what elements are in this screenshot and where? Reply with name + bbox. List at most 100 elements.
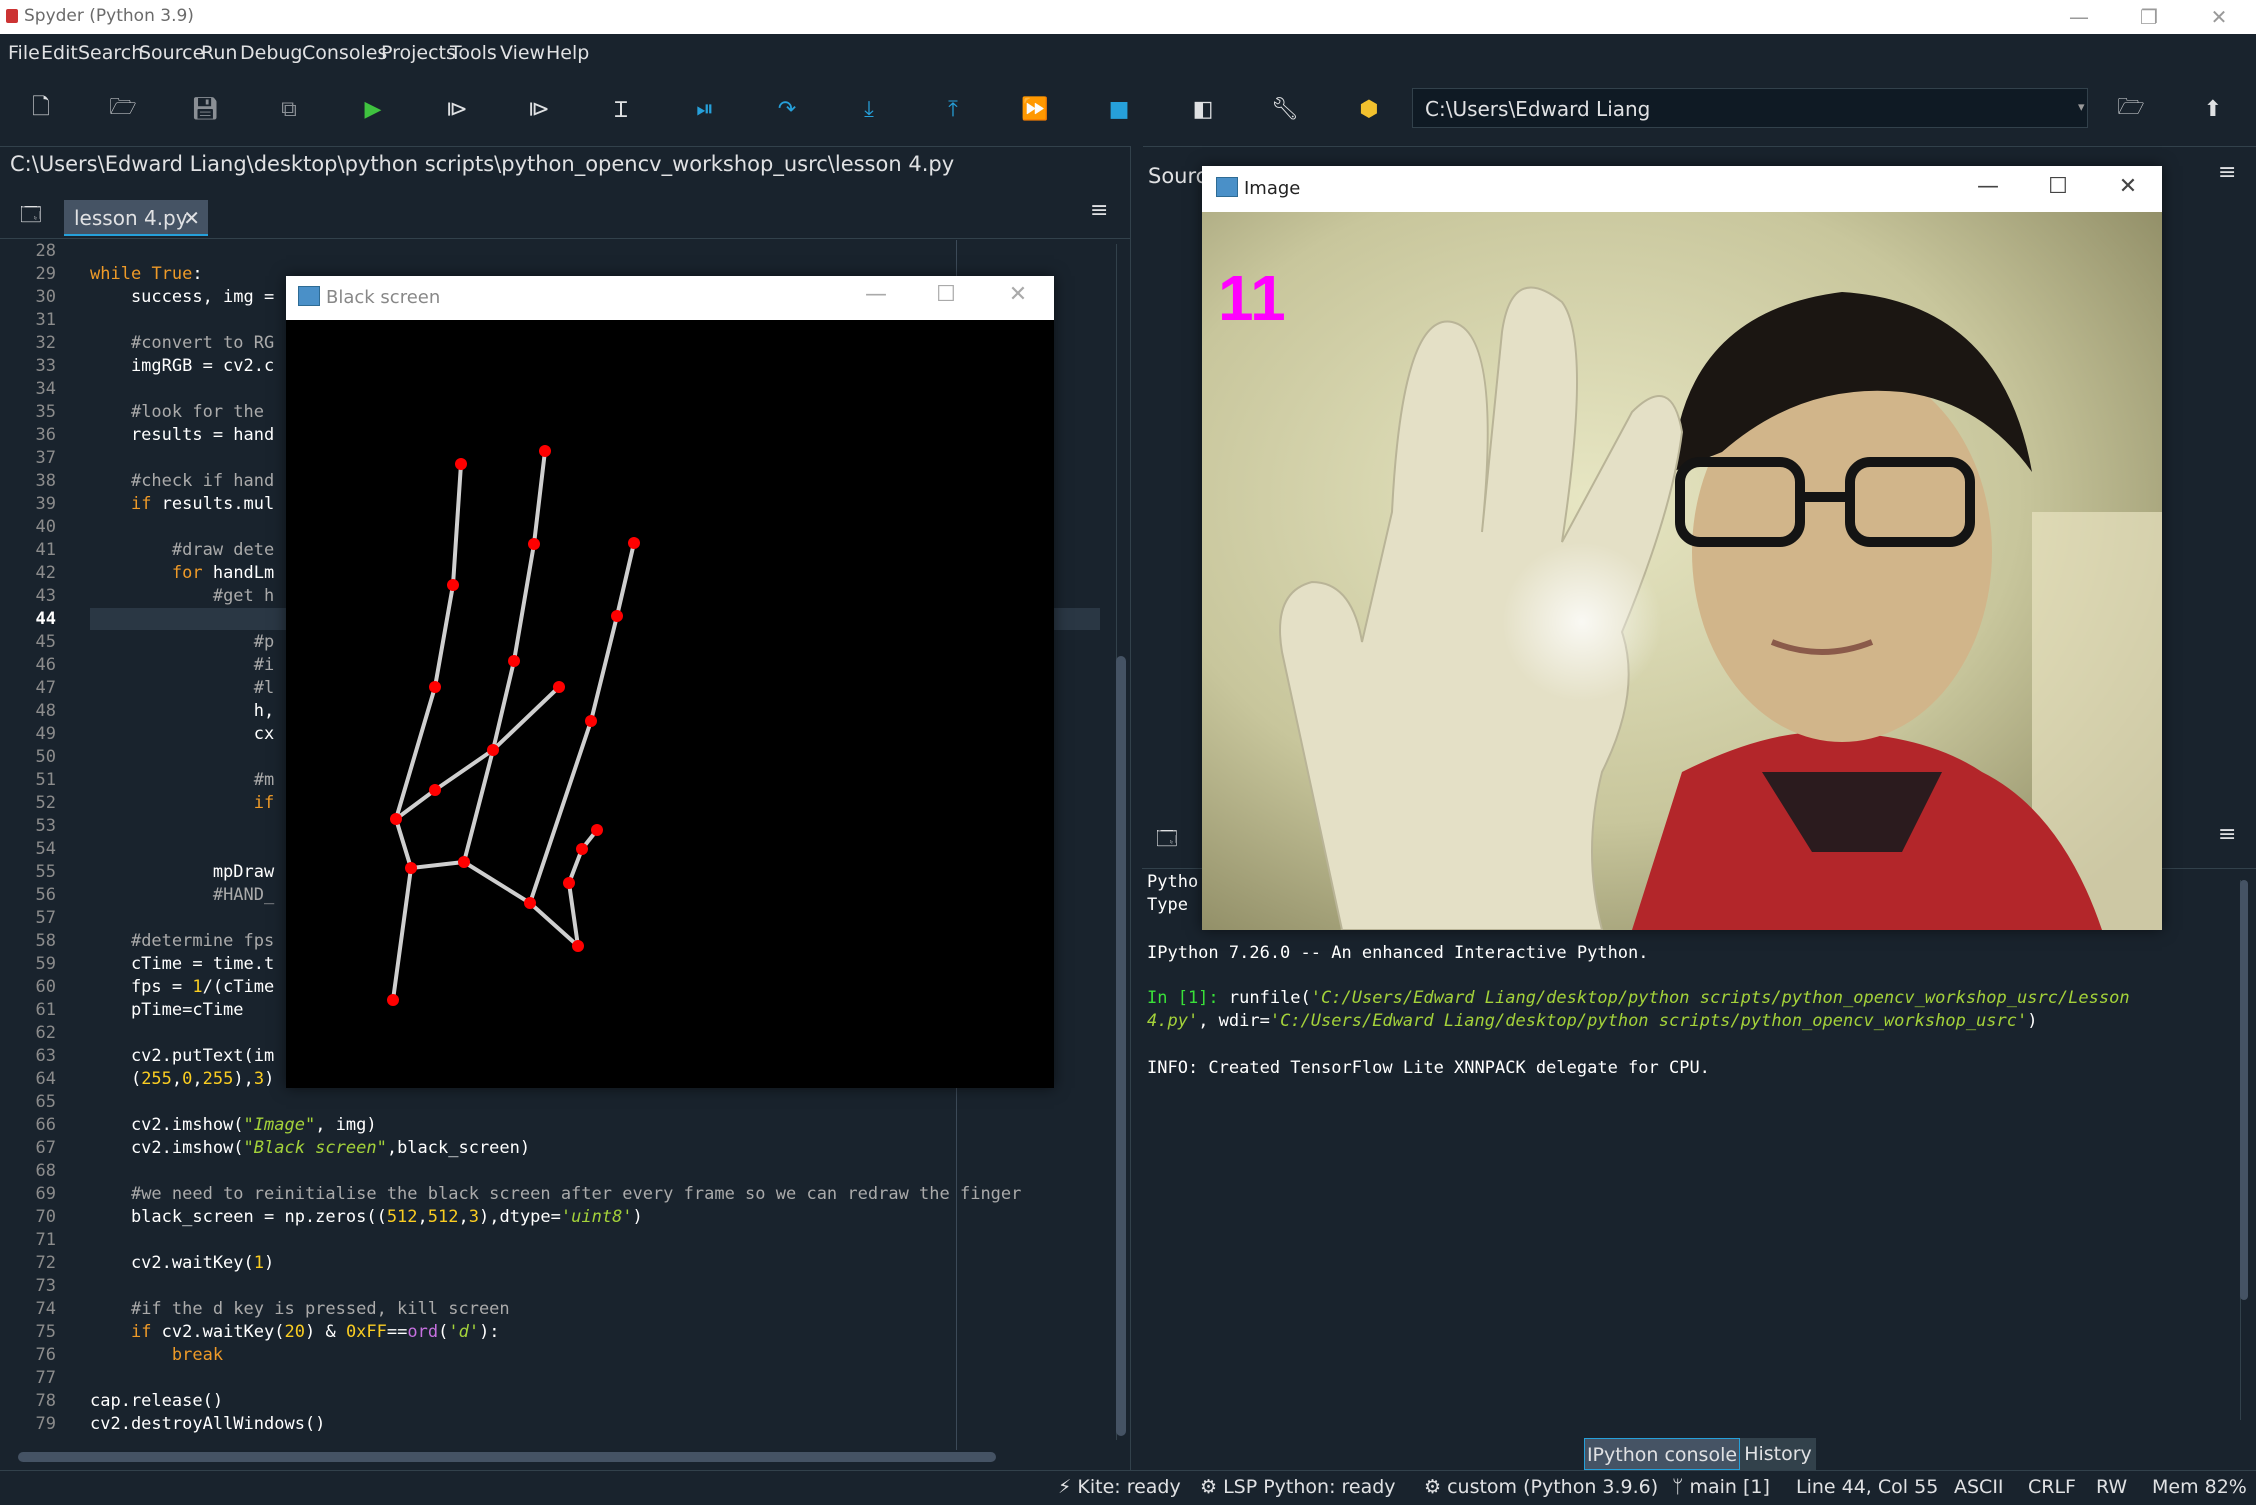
code-line: (255,0,255),3) xyxy=(90,1069,275,1089)
line-number: 33 xyxy=(35,356,56,376)
step-into-icon[interactable]: ⤓ xyxy=(852,92,886,126)
menu-file[interactable]: File xyxy=(8,42,40,64)
editor-horizontal-scroll-thumb[interactable] xyxy=(18,1452,996,1462)
code-line: cv2.destroyAllWindows() xyxy=(90,1414,326,1434)
line-number: 56 xyxy=(35,885,56,905)
line-number: 29 xyxy=(35,264,56,284)
new-file-icon[interactable]: 🗋 xyxy=(24,92,58,126)
save-all-icon[interactable]: ⧉ xyxy=(272,92,306,126)
console-argument: 4.py' xyxy=(1147,1011,1199,1031)
console-argument: 'C:/Users/Edward Liang/desktop/python sc… xyxy=(1269,1011,2028,1031)
editor-vertical-scroll-thumb[interactable] xyxy=(1116,656,1126,1436)
preferences-wrench-icon[interactable]: 🔧︎ xyxy=(1268,92,1302,126)
editor-file-path: C:\Users\Edward Liang\desktop\python scr… xyxy=(10,152,955,176)
tab-ipython-console[interactable]: IPython console xyxy=(1584,1438,1740,1470)
close-icon[interactable]: ✕ xyxy=(2184,0,2254,34)
line-number: 42 xyxy=(35,563,56,583)
menu-tools[interactable]: Tools xyxy=(450,42,497,64)
options-menu-icon[interactable]: ≡ xyxy=(2218,822,2236,847)
browse-tabs-icon[interactable]: 🗔 xyxy=(1156,824,1178,858)
close-icon[interactable]: ✕ xyxy=(2108,174,2148,199)
menu-consoles[interactable]: Consoles xyxy=(302,42,387,64)
restore-icon[interactable]: ❐ xyxy=(2114,0,2184,34)
line-number: 46 xyxy=(35,655,56,675)
code-line: h, xyxy=(90,701,275,721)
line-number: 57 xyxy=(35,908,56,928)
chevron-down-icon[interactable]: ▾ xyxy=(2078,88,2092,128)
run-cell-icon[interactable]: ⧐ xyxy=(440,92,474,126)
close-icon[interactable]: ✕ xyxy=(998,282,1038,307)
kite-status-label: Kite: ready xyxy=(1077,1476,1181,1498)
menu-search[interactable]: Search xyxy=(78,42,143,64)
parent-directory-icon[interactable]: ⬆ xyxy=(2196,92,2230,126)
line-number: 37 xyxy=(35,448,56,468)
step-over-icon[interactable]: ↷ xyxy=(770,92,804,126)
code-line: mpDraw xyxy=(90,862,275,882)
environment-label: custom (Python 3.9.6) xyxy=(1447,1476,1659,1498)
console-command: , wdir= xyxy=(1198,1011,1270,1031)
run-selection-icon[interactable]: Ɪ xyxy=(604,92,638,126)
line-number: 64 xyxy=(35,1069,56,1089)
maximize-pane-icon[interactable]: ◧ xyxy=(1186,92,1220,126)
run-cell-advance-icon[interactable]: ⧐ xyxy=(522,92,556,126)
code-line: while True: xyxy=(90,264,203,284)
menu-run[interactable]: Run xyxy=(201,42,237,64)
close-tab-icon[interactable]: ✕ xyxy=(183,200,200,236)
line-number: 73 xyxy=(35,1276,56,1296)
maximize-icon[interactable]: ☐ xyxy=(2038,174,2078,199)
window-app-icon xyxy=(298,286,320,306)
code-line: cv2.waitKey(1) xyxy=(90,1253,275,1273)
menu-debug[interactable]: Debug xyxy=(240,42,302,64)
options-menu-icon[interactable]: ≡ xyxy=(1090,198,1108,223)
stop-icon[interactable]: ■ xyxy=(1102,92,1136,126)
line-number: 51 xyxy=(35,770,56,790)
python-path-icon[interactable]: ⬢ xyxy=(1352,92,1386,126)
maximize-icon[interactable]: ☐ xyxy=(926,282,966,307)
options-menu-icon[interactable]: ≡ xyxy=(2218,160,2236,185)
black-screen-title: Black screen xyxy=(326,287,441,308)
browse-folder-icon[interactable]: 🗁 xyxy=(2114,92,2148,126)
step-out-icon[interactable]: ⤒ xyxy=(936,92,970,126)
line-number: 67 xyxy=(35,1138,56,1158)
menu-source[interactable]: Source xyxy=(139,42,204,64)
line-number: 49 xyxy=(35,724,56,744)
menu-view[interactable]: View xyxy=(500,42,545,64)
console-scroll-thumb[interactable] xyxy=(2240,880,2248,1300)
black-screen-window[interactable]: Black screen — ☐ ✕ xyxy=(286,276,1054,1088)
minimize-icon[interactable]: — xyxy=(1968,174,2008,199)
console-text: Type xyxy=(1147,895,1188,915)
code-line: imgRGB = cv2.c xyxy=(90,356,275,376)
black-screen-title-bar[interactable]: Black screen — ☐ ✕ xyxy=(286,276,1054,320)
menu-help[interactable]: Help xyxy=(546,42,589,64)
console-command: ) xyxy=(2027,1011,2038,1031)
minimize-icon[interactable]: — xyxy=(856,282,896,307)
line-number: 75 xyxy=(35,1322,56,1342)
minimize-icon[interactable]: — xyxy=(2044,0,2114,34)
file-encoding: ASCII xyxy=(1954,1476,2004,1498)
line-number: 38 xyxy=(35,471,56,491)
window-title-bar: Spyder (Python 3.9) — ❐ ✕ xyxy=(0,0,2256,35)
git-branch-status[interactable]: ᛘ main [1] xyxy=(1672,1476,1770,1498)
open-file-icon[interactable]: 🗁 xyxy=(106,92,140,126)
tab-lesson-4[interactable]: lesson 4.py ✕ xyxy=(64,200,208,236)
code-line: if cv2.waitKey(20) & 0xFF==ord('d'): xyxy=(130,1322,500,1342)
line-number: 63 xyxy=(35,1046,56,1066)
code-line: for handLm xyxy=(171,563,275,583)
menu-edit[interactable]: Edit xyxy=(41,42,78,64)
working-directory-input[interactable]: C:\Users\Edward Liang xyxy=(1412,88,2088,128)
continue-icon[interactable]: ⏩ xyxy=(1018,92,1052,126)
line-number: 71 xyxy=(35,1230,56,1250)
image-window[interactable]: Image — ☐ ✕ 11 xyxy=(1202,166,2162,930)
debug-icon[interactable]: ⏯ xyxy=(688,92,722,126)
image-title-bar[interactable]: Image — ☐ ✕ xyxy=(1202,166,2162,212)
run-icon[interactable]: ▶ xyxy=(356,92,390,126)
tab-history[interactable]: History xyxy=(1740,1438,1816,1470)
environment-status[interactable]: ⚙ custom (Python 3.9.6) xyxy=(1424,1476,1658,1498)
line-number: 31 xyxy=(35,310,56,330)
save-icon[interactable]: 💾︎ xyxy=(188,92,222,126)
browse-tabs-icon[interactable]: 🗔 xyxy=(20,200,42,234)
line-number: 28 xyxy=(35,241,56,261)
hand-landmark-canvas xyxy=(286,320,1054,1088)
line-number: 60 xyxy=(35,977,56,997)
menu-projects[interactable]: Projects xyxy=(381,42,456,64)
